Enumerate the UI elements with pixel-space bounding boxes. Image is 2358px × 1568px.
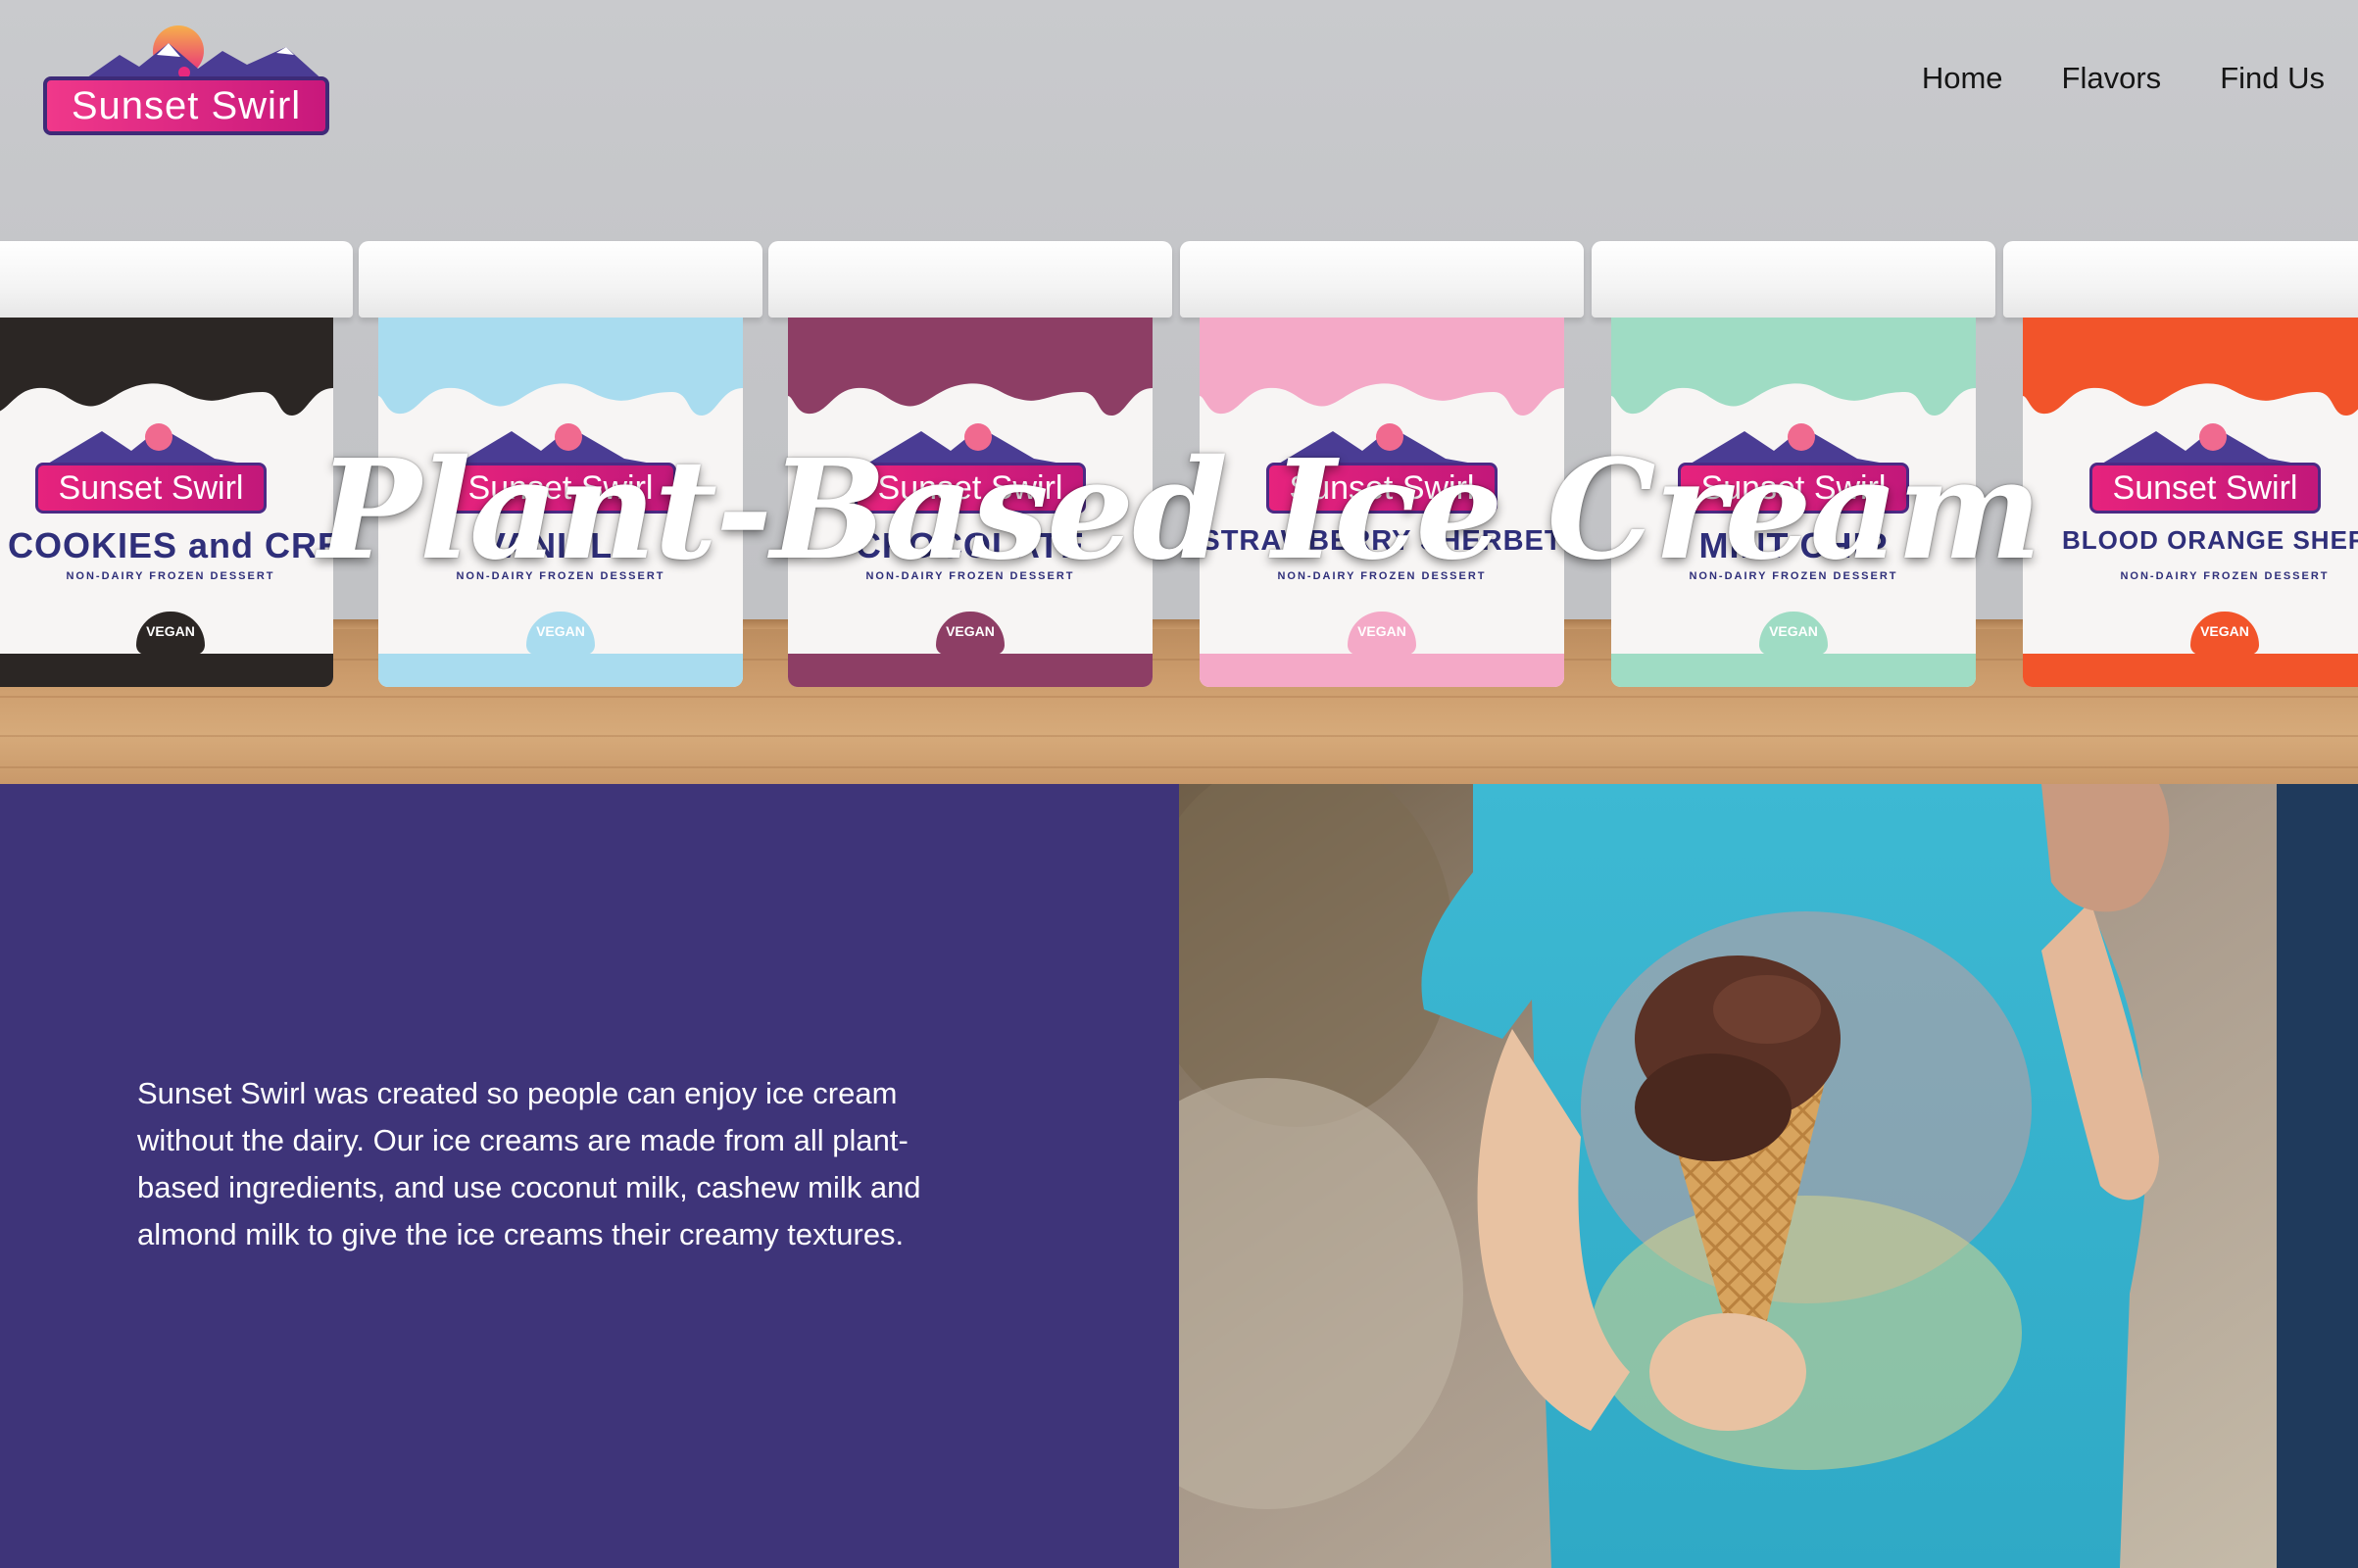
hero-title: Plant-Based Ice Cream	[318, 429, 2042, 591]
brand-name: Sunset Swirl	[43, 76, 329, 135]
child-ice-cream-photo	[1179, 784, 2358, 1568]
nav-link-home[interactable]: Home	[1922, 61, 2003, 96]
hero-banner: Sunset Swirl COOKIES and CREAM NON-DAIRY…	[0, 0, 2358, 784]
child-with-cone-image	[1179, 784, 2358, 1568]
nav-link-find-us[interactable]: Find Us	[2220, 61, 2325, 96]
about-section: Sunset Swirl was created so people can e…	[0, 784, 1179, 1568]
brand-logo[interactable]: Sunset Swirl	[41, 22, 335, 139]
about-text: Sunset Swirl was created so people can e…	[137, 1076, 921, 1251]
nav-link-flavors[interactable]: Flavors	[2062, 61, 2162, 96]
main-nav: Home Flavors Find Us	[1922, 61, 2325, 96]
